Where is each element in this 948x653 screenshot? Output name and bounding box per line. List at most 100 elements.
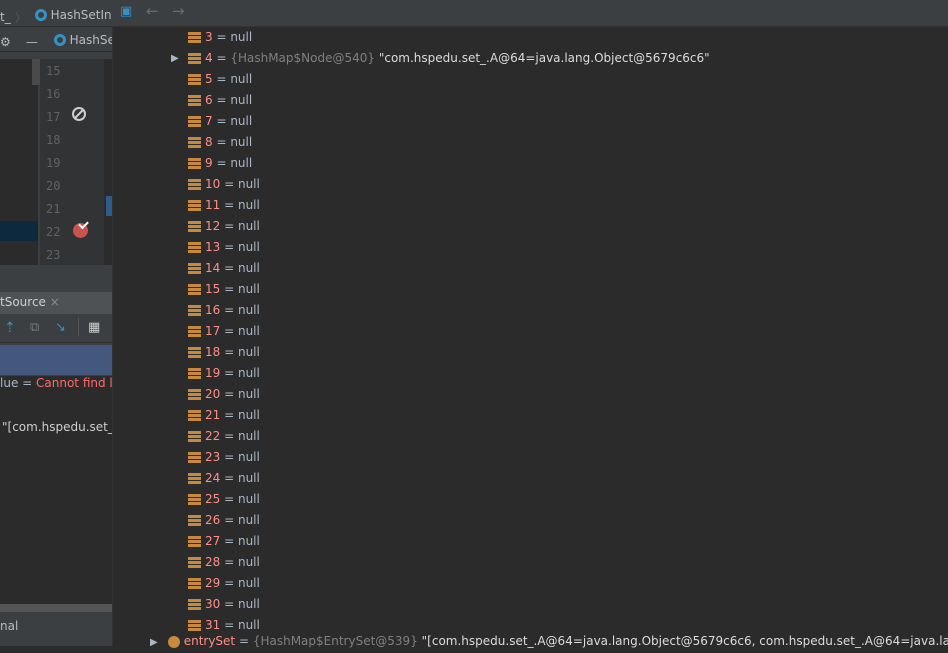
class-icon [53, 34, 66, 46]
equals-sign: = [220, 408, 238, 422]
tree-row[interactable]: 25 = null [188, 489, 260, 510]
tree-row[interactable]: 3 = null [188, 27, 252, 48]
element-index: 15 [205, 282, 221, 296]
equals-sign: = [212, 51, 231, 65]
equals-sign: = [220, 534, 238, 548]
close-icon[interactable]: × [50, 295, 60, 309]
tree-toolbar: ▣ ← → [112, 0, 948, 27]
tree-row[interactable]: 18 = null [188, 342, 260, 363]
run-to-cursor-icon[interactable]: ↘ [55, 320, 66, 335]
tree-row[interactable]: 19 = null [188, 363, 260, 384]
element-index: 10 [205, 177, 221, 191]
folder-icon[interactable]: ▣ [120, 4, 132, 19]
tree-row[interactable]: 10 = null [188, 174, 260, 195]
element-value: null [237, 303, 260, 317]
tree-row[interactable]: ▶ 4 = {HashMap$Node@540} "com.hspedu.set_… [171, 48, 710, 69]
step-out-icon[interactable]: ⇡ [4, 320, 16, 336]
tree-row[interactable]: 21 = null [188, 405, 260, 426]
array-element-icon [188, 557, 201, 568]
element-index: 6 [205, 93, 213, 107]
tree-row[interactable]: 5 = null [188, 69, 252, 90]
element-index: 24 [205, 471, 221, 485]
selected-line-highlight [0, 221, 38, 241]
var-name-fragment: lue = [0, 376, 37, 390]
tree-row[interactable]: 20 = null [188, 384, 260, 405]
tree-row[interactable]: 29 = null [188, 573, 260, 594]
selected-frame-row[interactable] [0, 345, 112, 375]
tree-row[interactable]: 14 = null [188, 258, 260, 279]
tree-row[interactable]: 30 = null [188, 594, 260, 615]
variable-value-fragment: "[com.hspedu.set_. [2, 420, 118, 434]
element-value: null [237, 471, 260, 485]
tree-row[interactable]: 28 = null [188, 552, 260, 573]
tree-row[interactable]: 11 = null [188, 195, 260, 216]
gear-icon[interactable]: ⚙ [0, 31, 12, 51]
tab-source[interactable]: tSource × [0, 295, 60, 309]
class-icon [34, 9, 47, 21]
equals-sign: = [220, 219, 238, 233]
tab-hashset-increment[interactable]: HashSetIncre [34, 4, 112, 26]
element-index: 26 [205, 513, 221, 527]
tree-row[interactable]: 15 = null [188, 279, 260, 300]
entryset-row[interactable]: ▶ entrySet = {HashMap$EntrySet@539} "[com… [150, 631, 948, 652]
array-element-icon [188, 200, 201, 211]
muted-breakpoint-icon[interactable] [72, 107, 86, 121]
tree-row[interactable]: 26 = null [188, 510, 260, 531]
array-element-icon [188, 305, 201, 316]
object-ref: {HashMap$Node@540} [230, 51, 376, 65]
scrollbar-thumb[interactable] [32, 59, 40, 85]
element-index: 9 [205, 156, 213, 170]
equals-sign: = [220, 240, 238, 254]
array-element-icon [188, 242, 201, 253]
array-element-icon [188, 347, 201, 358]
horizontal-scrollbar[interactable] [0, 604, 112, 612]
terminal-tab[interactable]: nal [0, 614, 112, 646]
tree-row[interactable]: 23 = null [188, 447, 260, 468]
equals-sign: = [220, 345, 238, 359]
equals-sign: = [220, 513, 238, 527]
equals-sign: = [212, 114, 231, 128]
array-element-icon [188, 53, 201, 64]
drop-frame-icon[interactable]: ⧉ [30, 320, 39, 335]
element-index: 25 [205, 492, 221, 506]
line-number: 19 [46, 156, 61, 170]
back-arrow-icon[interactable]: ← [146, 2, 159, 20]
array-element-icon [188, 515, 201, 526]
forward-arrow-icon[interactable]: → [172, 2, 185, 20]
array-element-icon [188, 221, 201, 232]
tree-row[interactable]: 24 = null [188, 468, 260, 489]
equals-sign: = [220, 597, 238, 611]
element-value: null [237, 198, 260, 212]
equals-sign: = [212, 135, 231, 149]
error-text: Cannot find lo [36, 376, 121, 390]
equals-sign: = [212, 93, 231, 107]
element-value: null [237, 366, 260, 380]
breakpoint-icon[interactable] [73, 218, 89, 238]
tree-row[interactable]: 7 = null [188, 111, 252, 132]
element-value: null [237, 429, 260, 443]
array-element-icon [188, 452, 201, 463]
array-element-icon [188, 578, 201, 589]
element-value: null [237, 345, 260, 359]
tree-row[interactable]: 12 = null [188, 216, 260, 237]
element-value: null [237, 450, 260, 464]
tree-row[interactable]: 16 = null [188, 300, 260, 321]
tree-row[interactable]: 22 = null [188, 426, 260, 447]
tree-row[interactable]: 17 = null [188, 321, 260, 342]
tab-hashset[interactable]: HashSe [53, 29, 112, 51]
variables-panel-fragment: lue = Cannot find lo "[com.hspedu.set_. [0, 376, 120, 606]
tree-row[interactable]: 9 = null [188, 153, 252, 174]
expand-arrow-icon[interactable]: ▶ [150, 637, 158, 648]
array-element-icon [188, 95, 201, 106]
element-value: null [230, 93, 253, 107]
tree-row[interactable]: 6 = null [188, 90, 252, 111]
equals-sign: = [220, 177, 238, 191]
element-index: 28 [205, 555, 221, 569]
tree-row[interactable]: 27 = null [188, 531, 260, 552]
tree-row[interactable]: 8 = null [188, 132, 252, 153]
tree-row[interactable]: 13 = null [188, 237, 260, 258]
tab-previous[interactable]: t_ 〉 [0, 6, 31, 26]
evaluate-expression-icon[interactable]: ▦ [88, 320, 100, 335]
expand-arrow-icon[interactable]: ▶ [171, 48, 179, 69]
minimize-icon[interactable]: — [26, 31, 42, 51]
